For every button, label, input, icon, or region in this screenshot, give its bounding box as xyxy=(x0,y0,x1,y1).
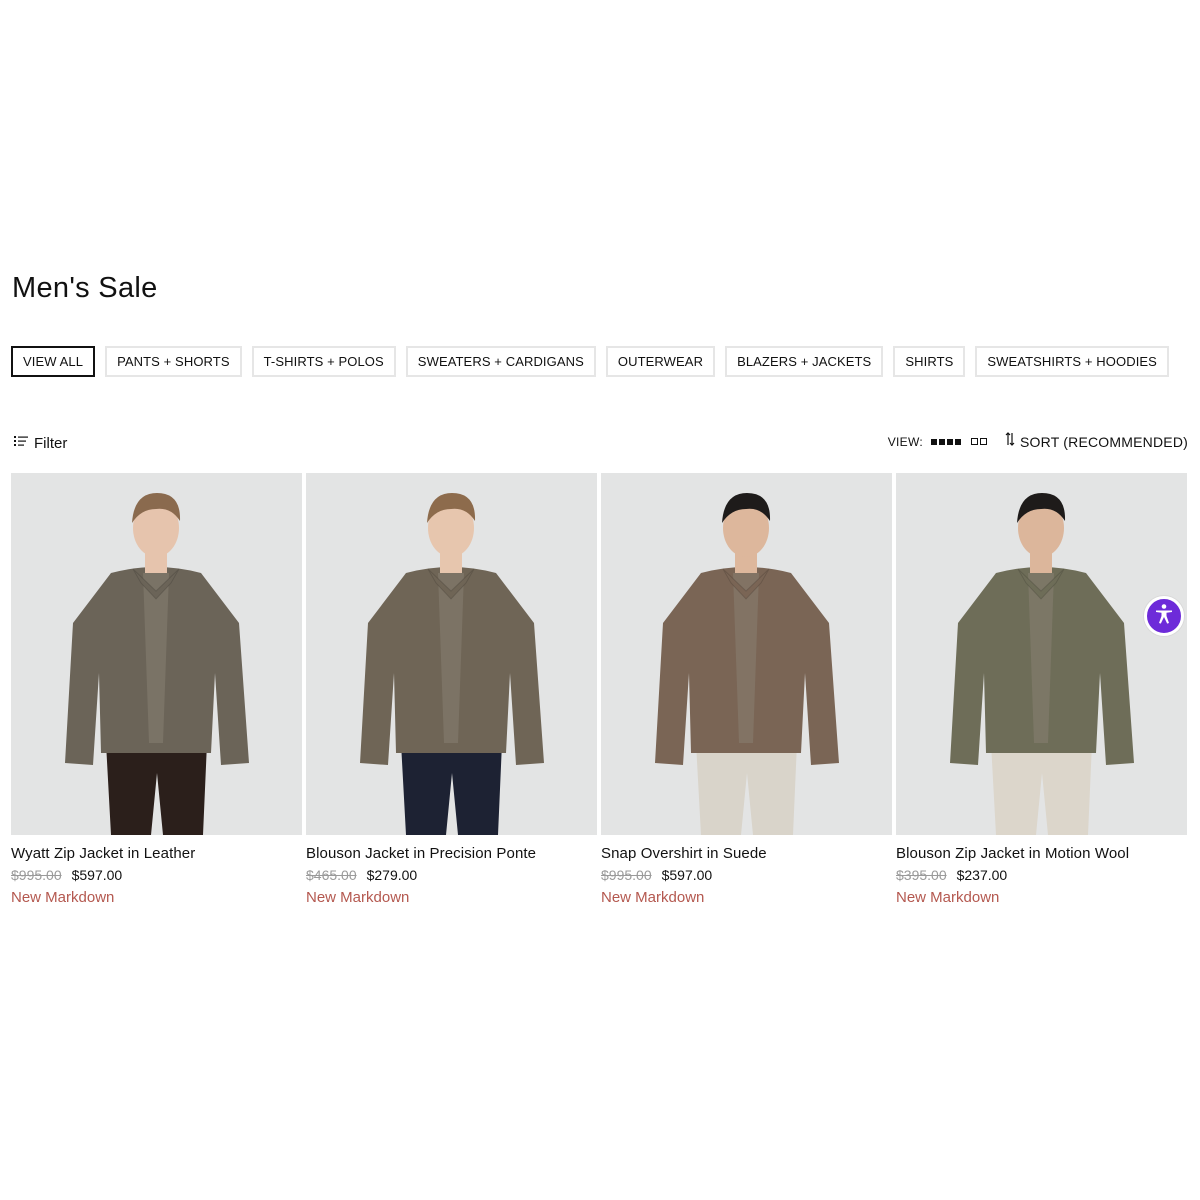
product-prices: $995.00 $597.00 xyxy=(601,867,892,883)
product-name[interactable]: Blouson Jacket in Precision Ponte xyxy=(306,845,597,862)
sale-price: $237.00 xyxy=(956,867,1008,883)
view-label: VIEW: xyxy=(887,434,924,449)
view-sort-bar: VIEW: SORT (RECOMMENDED) xyxy=(888,432,1188,451)
model-figure xyxy=(655,493,839,835)
product-image[interactable] xyxy=(11,473,302,835)
markdown-badge: New Markdown xyxy=(601,889,705,906)
original-price: $465.00 xyxy=(306,867,357,883)
chip-view-all[interactable]: VIEW ALL xyxy=(11,346,96,377)
product-name[interactable]: Snap Overshirt in Suede xyxy=(601,845,892,862)
product-name[interactable]: Wyatt Zip Jacket in Leather xyxy=(11,845,302,862)
markdown-badge: New Markdown xyxy=(11,889,115,906)
original-price: $995.00 xyxy=(601,867,652,883)
sale-price: $597.00 xyxy=(661,867,713,883)
sort-button[interactable]: SORT (RECOMMENDED) xyxy=(1005,432,1188,451)
filter-label: Filter xyxy=(34,434,68,452)
product-grid: Wyatt Zip Jacket in Leather $995.00 $597… xyxy=(11,473,1187,906)
product-image[interactable] xyxy=(601,473,892,835)
product-card[interactable]: Blouson Zip Jacket in Motion Wool $395.0… xyxy=(896,473,1187,906)
accessibility-person-icon xyxy=(1152,602,1176,631)
filter-button[interactable]: Filter xyxy=(14,434,67,452)
chip-blazers-jackets[interactable]: BLAZERS + JACKETS xyxy=(725,346,884,377)
accessibility-button[interactable] xyxy=(1144,596,1184,636)
original-price: $995.00 xyxy=(11,867,62,883)
product-prices: $465.00 $279.00 xyxy=(306,867,597,883)
chip-sweatshirts-hoodies[interactable]: SWEATSHIRTS + HOODIES xyxy=(975,346,1169,377)
model-figure xyxy=(950,493,1134,835)
grid-two-icon[interactable] xyxy=(971,438,988,445)
product-image[interactable] xyxy=(896,473,1187,835)
chip-pants-shorts[interactable]: PANTS + SHORTS xyxy=(105,346,242,377)
filter-lines-icon xyxy=(14,434,28,452)
chip-outerwear[interactable]: OUTERWEAR xyxy=(605,346,716,377)
product-card[interactable]: Wyatt Zip Jacket in Leather $995.00 $597… xyxy=(11,473,302,906)
model-figure xyxy=(65,493,249,835)
product-card[interactable]: Snap Overshirt in Suede $995.00 $597.00 … xyxy=(601,473,892,906)
grid-four-icon[interactable] xyxy=(931,438,962,445)
chip-sweaters-cardigans[interactable]: SWEATERS + CARDIGANS xyxy=(405,346,596,377)
product-name[interactable]: Blouson Zip Jacket in Motion Wool xyxy=(896,845,1187,862)
markdown-badge: New Markdown xyxy=(306,889,410,906)
chip-shirts[interactable]: SHIRTS xyxy=(893,346,966,377)
product-image[interactable] xyxy=(306,473,597,835)
sort-label: SORT (RECOMMENDED) xyxy=(1020,433,1188,450)
chip-tshirts-polos[interactable]: T-SHIRTS + POLOS xyxy=(251,346,396,377)
markdown-badge: New Markdown xyxy=(896,889,1000,906)
product-card[interactable]: Blouson Jacket in Precision Ponte $465.0… xyxy=(306,473,597,906)
product-prices: $395.00 $237.00 xyxy=(896,867,1187,883)
sort-arrows-icon xyxy=(1005,432,1015,451)
page-title: Men's Sale xyxy=(12,272,158,304)
sale-price: $279.00 xyxy=(366,867,418,883)
category-chips: VIEW ALL PANTS + SHORTS T-SHIRTS + POLOS… xyxy=(11,346,1169,377)
model-figure xyxy=(360,493,544,835)
sale-price: $597.00 xyxy=(71,867,123,883)
product-prices: $995.00 $597.00 xyxy=(11,867,302,883)
original-price: $395.00 xyxy=(896,867,947,883)
